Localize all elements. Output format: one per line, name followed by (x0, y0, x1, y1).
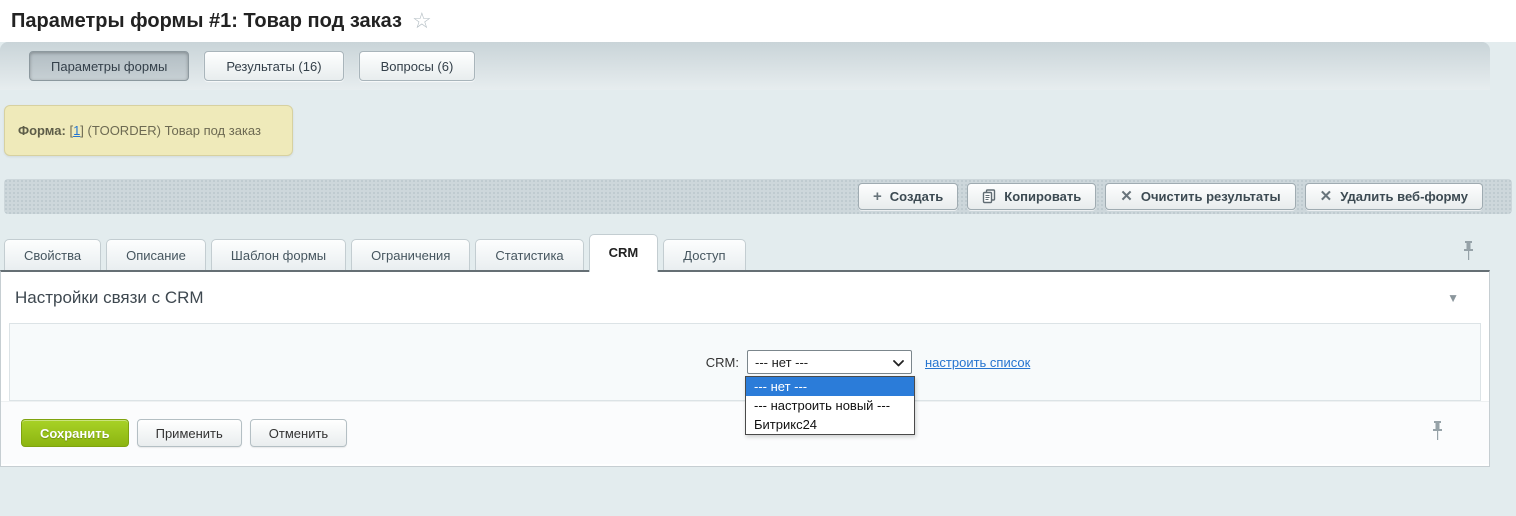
tab-access[interactable]: Доступ (663, 239, 745, 270)
nav-form-params-button[interactable]: Параметры формы (29, 51, 189, 81)
chevron-down-icon (893, 355, 904, 370)
create-button-label: Создать (890, 189, 943, 204)
dropdown-option-bitrix24[interactable]: Битрикс24 (746, 415, 914, 434)
form-info-bracket-close: ] (80, 123, 84, 138)
clear-results-label: Очистить результаты (1141, 189, 1281, 204)
form-info-box: Форма: [1] (TOORDER) Товар под заказ (4, 105, 293, 156)
tab-properties[interactable]: Свойства (4, 239, 101, 270)
dropdown-option-configure-new[interactable]: --- настроить новый --- (746, 396, 914, 415)
pin-icon[interactable] (1431, 420, 1444, 447)
action-toolbar: + Создать Копировать ✕ Очистить результа… (4, 179, 1512, 214)
crm-field-label: CRM: (10, 355, 747, 370)
section-title: Настройки связи с CRM (15, 288, 204, 308)
collapse-section-icon[interactable]: ▼ (1447, 291, 1459, 305)
section-header: Настройки связи с CRM ▼ (1, 272, 1489, 323)
cancel-button[interactable]: Отменить (250, 419, 347, 447)
form-info-label: Форма: (18, 123, 66, 138)
plus-icon: + (873, 189, 882, 204)
title-bar: Параметры формы #1: Товар под заказ ☆ (0, 0, 1516, 42)
nav-questions-button[interactable]: Вопросы (6) (359, 51, 476, 81)
copy-icon (982, 189, 996, 204)
crm-select-dropdown: --- нет --- --- настроить новый --- Битр… (745, 376, 915, 435)
nav-results-button[interactable]: Результаты (16) (204, 51, 343, 81)
tab-bar: Свойства Описание Шаблон формы Ограничен… (0, 232, 1516, 270)
crm-field-area: CRM: --- нет --- --- нет --- --- настрои… (9, 323, 1481, 401)
clear-results-button[interactable]: ✕ Очистить результаты (1105, 183, 1295, 210)
save-button[interactable]: Сохранить (21, 419, 129, 447)
delete-webform-label: Удалить веб-форму (1340, 189, 1468, 204)
create-button[interactable]: + Создать (858, 183, 958, 210)
tab-crm[interactable]: CRM (589, 234, 659, 272)
clear-x-icon: ✕ (1120, 189, 1133, 204)
crm-select-value: --- нет --- (755, 355, 808, 370)
copy-button-label: Копировать (1004, 189, 1081, 204)
tab-description[interactable]: Описание (106, 239, 206, 270)
crm-settings-panel: Настройки связи с CRM ▼ CRM: --- нет ---… (0, 270, 1490, 467)
tab-statistics[interactable]: Статистика (475, 239, 583, 270)
configure-list-link[interactable]: настроить список (925, 355, 1030, 370)
delete-x-icon: ✕ (1320, 189, 1333, 204)
pin-icon[interactable] (1462, 240, 1475, 267)
page-title: Параметры формы #1: Товар под заказ (11, 10, 402, 33)
crm-select[interactable]: --- нет --- (747, 350, 912, 374)
form-info-name: (TOORDER) Товар под заказ (88, 123, 261, 138)
tab-restrictions[interactable]: Ограничения (351, 239, 470, 270)
tab-form-template[interactable]: Шаблон формы (211, 239, 346, 270)
dropdown-option-none[interactable]: --- нет --- (746, 377, 914, 396)
favorite-star-icon[interactable]: ☆ (412, 10, 432, 32)
apply-button[interactable]: Применить (137, 419, 242, 447)
crm-field-row: CRM: --- нет --- --- нет --- --- настрои… (10, 350, 1480, 374)
delete-webform-button[interactable]: ✕ Удалить веб-форму (1305, 183, 1483, 210)
top-nav-strip: Параметры формы Результаты (16) Вопросы … (0, 42, 1490, 90)
copy-button[interactable]: Копировать (967, 183, 1096, 210)
